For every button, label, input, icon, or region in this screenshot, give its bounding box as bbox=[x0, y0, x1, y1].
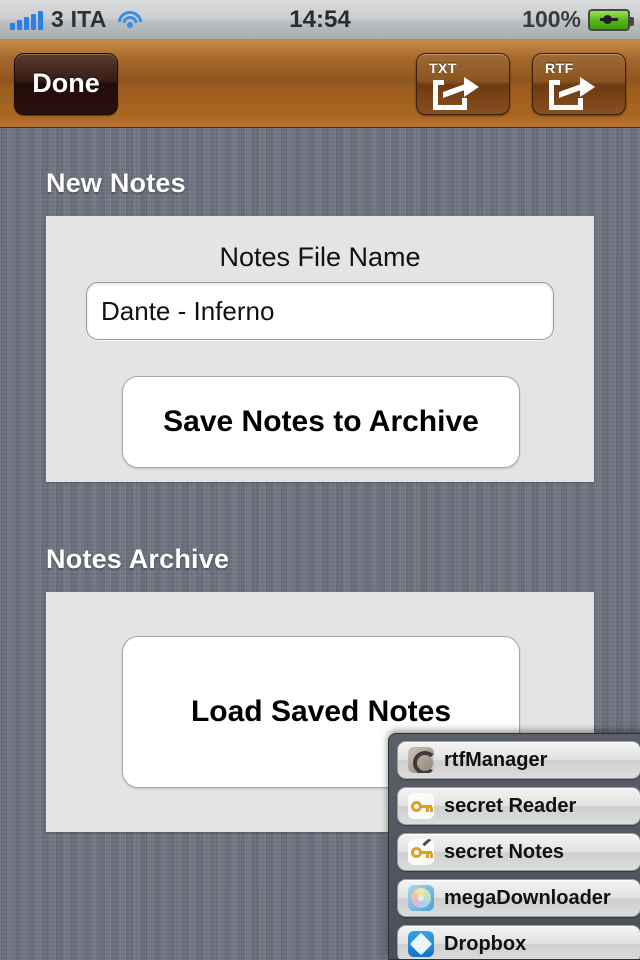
app-list-item[interactable]: secret Notes bbox=[397, 833, 640, 871]
battery-charging-icon bbox=[588, 8, 634, 31]
app-list-item[interactable]: Dropbox bbox=[397, 925, 640, 959]
status-bar-right: 100% bbox=[522, 6, 634, 33]
app-list-item[interactable]: secret Reader bbox=[397, 787, 640, 825]
save-notes-to-archive-button[interactable]: Save Notes to Archive bbox=[122, 376, 520, 468]
notes-file-name-label: Notes File Name bbox=[219, 242, 421, 272]
app-label: Dropbox bbox=[444, 932, 527, 955]
rtfmanager-app-icon bbox=[408, 747, 434, 773]
share-export-icon bbox=[549, 74, 609, 110]
app-list-item[interactable]: megaDownloader bbox=[397, 879, 640, 917]
status-bar-left: 3 ITA bbox=[10, 6, 143, 33]
key-app-icon bbox=[408, 793, 434, 819]
signal-bars-icon bbox=[10, 10, 43, 30]
notes-archive-section-title: Notes Archive bbox=[46, 544, 230, 574]
carrier-label: 3 ITA bbox=[51, 6, 107, 32]
content-area: New Notes Notes File Name Dante - Infern… bbox=[0, 128, 640, 960]
battery-percent-label: 100% bbox=[522, 6, 581, 32]
status-bar: 3 ITA 14:54 100% bbox=[0, 0, 640, 40]
app-list-item[interactable]: rtfManager bbox=[397, 741, 640, 779]
export-rtf-button[interactable]: RTF bbox=[532, 52, 626, 115]
export-txt-button[interactable]: TXT bbox=[416, 52, 510, 115]
notes-file-name-input[interactable]: Dante - Inferno bbox=[86, 282, 554, 340]
key-pencil-app-icon bbox=[408, 839, 434, 865]
disc-app-icon bbox=[408, 885, 434, 911]
app-label: rtfManager bbox=[444, 748, 548, 771]
wifi-icon bbox=[117, 10, 143, 30]
navigation-bar: Done TXT RTF bbox=[0, 40, 640, 128]
navigation-bar-actions: TXT RTF bbox=[416, 52, 626, 115]
open-in-app-popover: rtfManager secret Reader secret Notes me… bbox=[388, 733, 640, 960]
share-export-icon bbox=[433, 74, 493, 110]
new-notes-section-title: New Notes bbox=[46, 168, 186, 198]
app-label: megaDownloader bbox=[444, 886, 611, 909]
plug-glyph bbox=[600, 14, 618, 25]
app-label: secret Notes bbox=[444, 840, 565, 863]
done-button[interactable]: Done bbox=[14, 52, 118, 115]
app-label: secret Reader bbox=[444, 794, 577, 817]
new-notes-panel: Notes File Name Dante - Inferno Save Not… bbox=[46, 216, 594, 482]
dropbox-app-icon bbox=[408, 931, 434, 957]
